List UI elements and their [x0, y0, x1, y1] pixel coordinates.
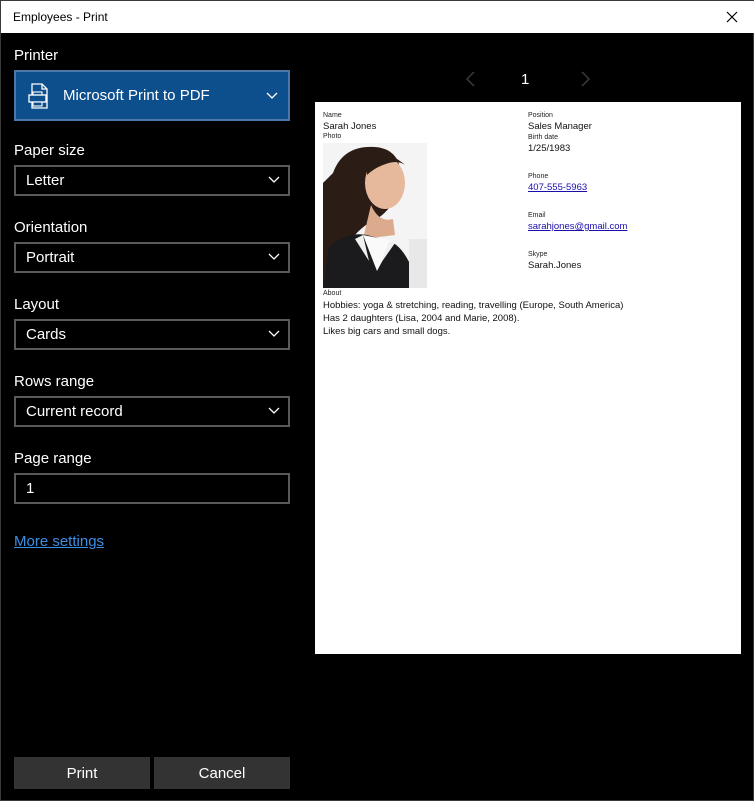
- about-line: Hobbies: yoga & stretching, reading, tra…: [323, 300, 624, 311]
- chevron-down-icon: [268, 253, 280, 260]
- rows-range-label: Rows range: [14, 373, 95, 390]
- paper-size-label: Paper size: [14, 142, 85, 159]
- email-link[interactable]: sarahjones@gmail.com: [528, 221, 627, 232]
- page-range-input[interactable]: [16, 475, 288, 502]
- paper-size-select[interactable]: Letter: [14, 165, 290, 196]
- previous-page-icon[interactable]: [465, 71, 477, 87]
- title-bar: Employees - Print: [1, 1, 754, 33]
- chevron-down-icon: [266, 92, 278, 99]
- name-value: Sarah Jones: [323, 121, 377, 132]
- birth-date-label: Birth date: [528, 134, 558, 141]
- printer-icon: [28, 83, 48, 109]
- layout-select[interactable]: Cards: [14, 319, 290, 350]
- chevron-down-icon: [268, 330, 280, 337]
- printer-value: Microsoft Print to PDF: [63, 87, 210, 104]
- print-button[interactable]: Print: [14, 757, 150, 789]
- cancel-button[interactable]: Cancel: [154, 757, 290, 789]
- about-line: Has 2 daughters (Lisa, 2004 and Marie, 2…: [323, 313, 520, 324]
- employee-photo: [323, 143, 427, 288]
- close-button[interactable]: [709, 1, 754, 33]
- about-label: About: [323, 290, 342, 297]
- phone-label: Phone: [528, 173, 549, 180]
- printer-select[interactable]: Microsoft Print to PDF: [14, 70, 290, 121]
- name-label: Name: [323, 112, 342, 119]
- photo-label: Photo: [323, 133, 342, 140]
- page-number: 1: [521, 71, 530, 88]
- page-range-field[interactable]: [14, 473, 290, 504]
- page-range-label: Page range: [14, 450, 92, 467]
- paper-size-value: Letter: [26, 172, 65, 189]
- orientation-label: Orientation: [14, 219, 88, 236]
- more-settings-link[interactable]: More settings: [14, 533, 104, 550]
- print-preview-page: Name Sarah Jones Photo Position Sales Ma…: [315, 102, 741, 654]
- about-text: Hobbies: yoga & stretching, reading, tra…: [323, 299, 623, 338]
- print-dialog: Employees - Print Printer Microsoft Prin…: [0, 0, 754, 801]
- phone-link[interactable]: 407-555-5963: [528, 182, 587, 193]
- window-title: Employees - Print: [13, 10, 108, 24]
- skype-label: Skype: [528, 251, 548, 258]
- layout-label: Layout: [14, 296, 60, 313]
- position-value: Sales Manager: [528, 121, 592, 132]
- orientation-select[interactable]: Portrait: [14, 242, 290, 273]
- rows-range-value: Current record: [26, 403, 123, 420]
- printer-label: Printer: [14, 47, 59, 64]
- close-icon: [726, 11, 738, 23]
- skype-value: Sarah.Jones: [528, 260, 582, 271]
- next-page-icon[interactable]: [579, 71, 591, 87]
- layout-value: Cards: [26, 326, 67, 343]
- chevron-down-icon: [268, 176, 280, 183]
- orientation-value: Portrait: [26, 249, 75, 266]
- position-label: Position: [528, 112, 553, 119]
- about-line: Likes big cars and small dogs.: [323, 326, 451, 337]
- chevron-down-icon: [268, 407, 280, 414]
- email-label: Email: [528, 212, 546, 219]
- rows-range-select[interactable]: Current record: [14, 396, 290, 427]
- birth-date-value: 1/25/1983: [528, 143, 571, 154]
